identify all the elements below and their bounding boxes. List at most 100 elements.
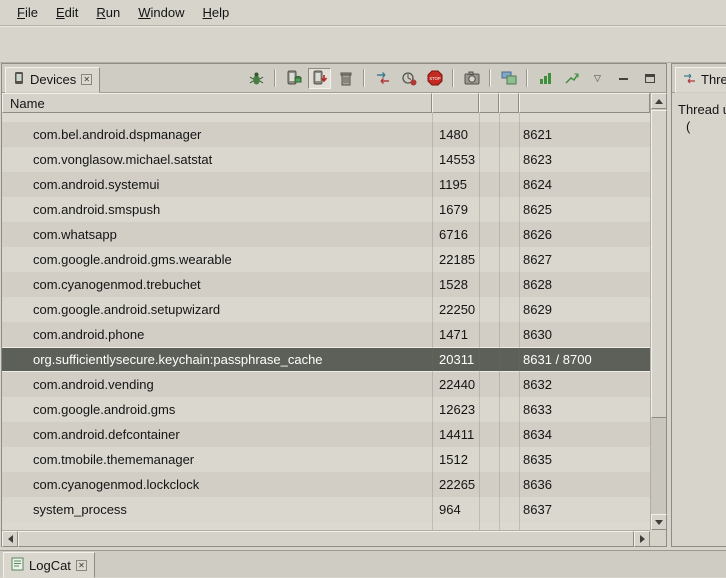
table-row[interactable]: com.vonglasow.michael.satstat 14553 8623 — [2, 147, 650, 172]
scroll-right-arrow[interactable] — [634, 531, 650, 547]
start-method-profiling-icon[interactable] — [397, 68, 420, 89]
view-menu-icon[interactable] — [586, 68, 609, 89]
dump-view-hierarchy-icon[interactable] — [497, 68, 520, 89]
process-pid: 20311 — [439, 348, 474, 371]
threads-icon — [683, 72, 696, 88]
menu-bar: File Edit Run Window Help — [0, 0, 726, 26]
process-pid: 22440 — [439, 372, 475, 397]
process-name: com.google.android.gms — [33, 397, 175, 422]
device-icon — [13, 71, 25, 88]
process-table: Name com.bel.android.dspmanager 1480 862… — [2, 93, 666, 546]
sysinfo-bars-icon[interactable] — [534, 68, 557, 89]
column-header-threads[interactable] — [499, 93, 519, 113]
table-row[interactable]: com.cyanogenmod.trebuchet 1528 8628 — [2, 272, 650, 297]
process-port: 8624 — [523, 172, 552, 197]
threads-message: Thread up ( — [672, 93, 726, 135]
table-row[interactable]: com.android.vending 22440 8632 — [2, 372, 650, 397]
close-icon[interactable] — [76, 560, 87, 571]
devices-tabbar: Devices STOP — [2, 64, 666, 93]
column-header-pid[interactable] — [432, 93, 479, 113]
stop-process-icon[interactable]: STOP — [423, 68, 446, 89]
table-row[interactable]: com.google.android.setupwizard 22250 862… — [2, 297, 650, 322]
svg-text:STOP: STOP — [429, 76, 441, 81]
column-header-name[interactable]: Name — [2, 93, 432, 113]
process-pid: 1512 — [439, 447, 468, 472]
scrollbar-corner — [650, 530, 666, 546]
vertical-scroll-thumb[interactable] — [651, 110, 667, 418]
table-header: Name — [2, 93, 650, 113]
process-pid: 1195 — [439, 172, 467, 197]
table-row[interactable]: com.android.systemui 1195 8624 — [2, 172, 650, 197]
process-name: com.android.defcontainer — [33, 422, 180, 447]
minimize-icon[interactable] — [612, 68, 635, 89]
scroll-gap — [2, 113, 650, 122]
process-port: 8632 — [523, 372, 552, 397]
toolbar-separator — [274, 69, 276, 87]
process-name: system_process — [33, 497, 127, 522]
toolbar-separator — [452, 69, 454, 87]
update-threads-icon[interactable] — [371, 68, 394, 89]
tab-threads[interactable]: Threads — [675, 67, 726, 93]
table-row[interactable]: com.google.android.gms.wearable 22185 86… — [2, 247, 650, 272]
process-table-body: com.bel.android.dspmanager 1480 8621 com… — [2, 113, 650, 530]
column-header-heap[interactable] — [479, 93, 499, 113]
process-port: 8635 — [523, 447, 552, 472]
threads-message-line2: ( — [678, 118, 726, 135]
horizontal-scroll-thumb[interactable] — [18, 531, 634, 547]
screen-capture-icon[interactable] — [460, 68, 483, 89]
process-port: 8621 — [523, 122, 552, 147]
threads-tabbar: Threads — [672, 64, 726, 93]
table-row[interactable]: com.android.phone 1471 8630 — [2, 322, 650, 347]
update-heap-icon[interactable] — [282, 68, 305, 89]
scroll-left-arrow[interactable] — [2, 531, 18, 547]
menu-window[interactable]: Window — [129, 1, 193, 24]
process-port: 8627 — [523, 247, 552, 272]
cause-gc-icon[interactable] — [334, 68, 357, 89]
process-pid: 1471 — [439, 322, 468, 347]
process-name: com.tmobile.thememanager — [33, 447, 194, 472]
process-name: com.cyanogenmod.lockclock — [33, 472, 199, 497]
process-pid: 1480 — [439, 122, 468, 147]
horizontal-scrollbar[interactable] — [2, 530, 650, 546]
column-header-port[interactable] — [519, 93, 650, 113]
sysinfo-trend-icon[interactable] — [560, 68, 583, 89]
process-port: 8629 — [523, 297, 552, 322]
table-row[interactable]: system_process 964 8637 — [2, 497, 650, 522]
table-row[interactable]: com.cyanogenmod.lockclock 22265 8636 — [2, 472, 650, 497]
process-port: 8634 — [523, 422, 552, 447]
table-row[interactable]: com.whatsapp 6716 8626 — [2, 222, 650, 247]
devices-panel: Devices STOP — [1, 63, 667, 547]
maximize-icon[interactable] — [638, 68, 661, 89]
menu-run[interactable]: Run — [87, 1, 129, 24]
process-port: 8636 — [523, 472, 552, 497]
process-name: org.sufficientlysecure.keychain:passphra… — [33, 348, 323, 371]
tab-logcat[interactable]: LogCat — [3, 552, 95, 578]
menu-edit[interactable]: Edit — [47, 1, 87, 24]
tab-devices[interactable]: Devices — [5, 67, 100, 93]
scroll-down-arrow[interactable] — [651, 514, 667, 530]
table-row[interactable]: com.android.smspush 1679 8625 — [2, 197, 650, 222]
process-port: 8623 — [523, 147, 552, 172]
process-port: 8625 — [523, 197, 552, 222]
process-name: com.android.smspush — [33, 197, 160, 222]
vertical-scrollbar[interactable] — [650, 93, 666, 530]
process-pid: 22185 — [439, 247, 475, 272]
table-row[interactable]: com.android.defcontainer 14411 8634 — [2, 422, 650, 447]
devices-toolbar: STOP — [245, 68, 666, 89]
process-name: com.whatsapp — [33, 222, 117, 247]
close-icon[interactable] — [81, 74, 92, 85]
scroll-up-arrow[interactable] — [651, 93, 667, 109]
menu-help[interactable]: Help — [193, 1, 238, 24]
process-port: 8637 — [523, 497, 552, 522]
process-pid: 14553 — [439, 147, 475, 172]
table-row[interactable]: com.google.android.gms 12623 8633 — [2, 397, 650, 422]
debug-process-icon[interactable] — [245, 68, 268, 89]
dump-hprof-icon[interactable] — [308, 68, 331, 89]
menu-file[interactable]: File — [8, 1, 47, 24]
table-row[interactable]: org.sufficientlysecure.keychain:passphra… — [2, 347, 650, 372]
table-row[interactable]: com.tmobile.thememanager 1512 8635 — [2, 447, 650, 472]
process-pid: 14411 — [439, 422, 474, 447]
process-name: com.vonglasow.michael.satstat — [33, 147, 212, 172]
table-row[interactable]: com.bel.android.dspmanager 1480 8621 — [2, 122, 650, 147]
main-toolbar-strip — [0, 26, 726, 63]
